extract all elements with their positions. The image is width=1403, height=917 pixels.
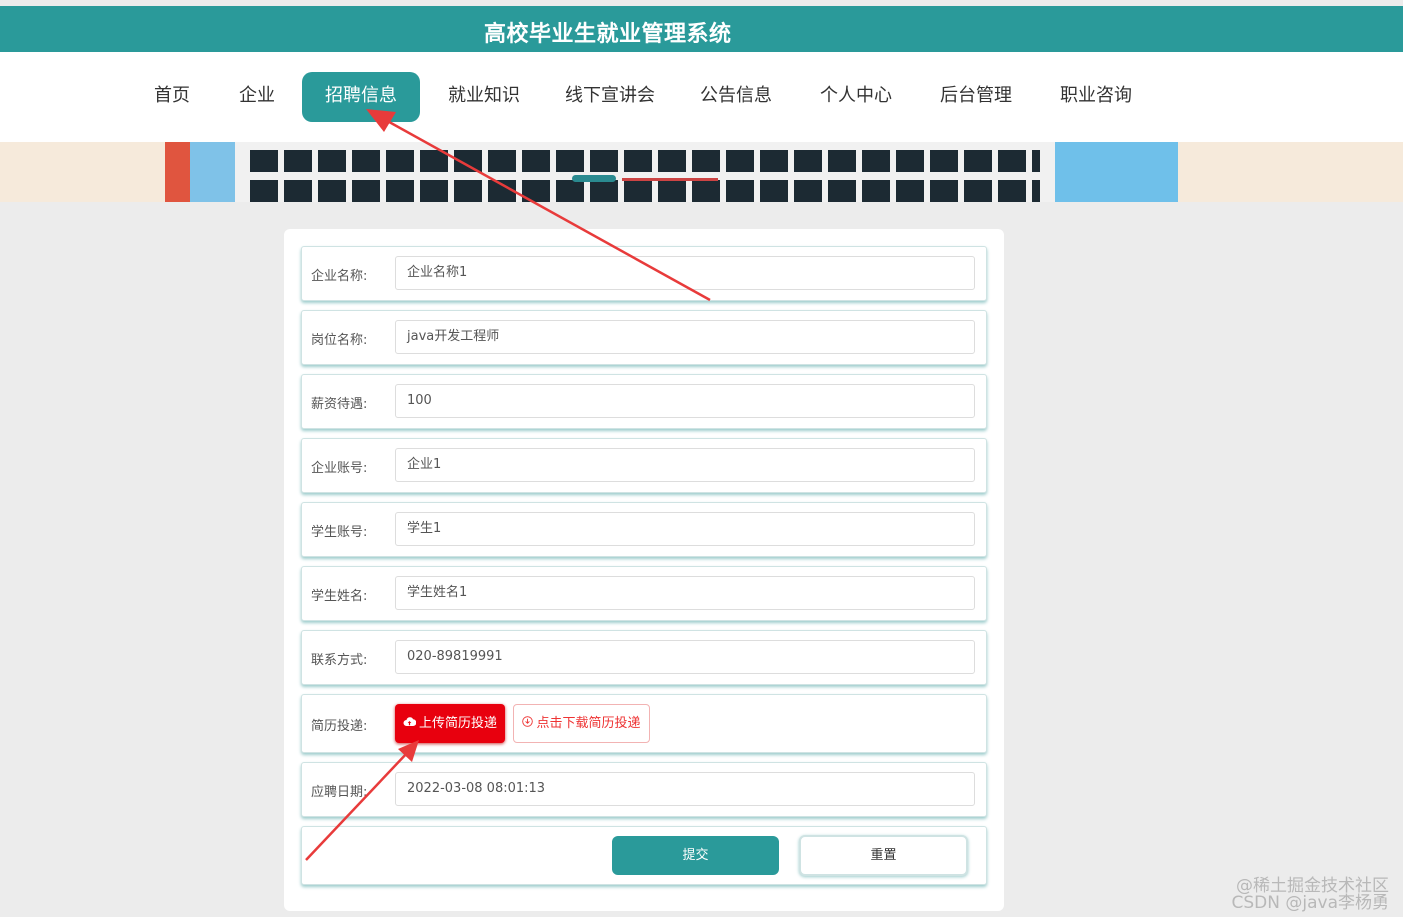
field-row-company-name: 企业名称: 企业名称1 (301, 246, 987, 301)
nav-item-company[interactable]: 企业 (239, 72, 275, 122)
nav-item-recruitment[interactable]: 招聘信息 (302, 72, 420, 122)
nav-item-home[interactable]: 首页 (154, 72, 190, 122)
upload-resume-button[interactable]: 上传简历投递 (395, 704, 505, 743)
field-row-apply-date: 应聘日期: 2022-03-08 08:01:13 (301, 762, 987, 817)
carousel-indicator[interactable] (622, 178, 718, 181)
nav-item-announcement[interactable]: 公告信息 (700, 72, 772, 122)
cloud-upload-icon (403, 704, 417, 743)
field-row-student-account: 学生账号: 学生1 (301, 502, 987, 557)
download-icon (522, 705, 534, 742)
download-resume-label: 点击下载简历投递 (536, 716, 641, 731)
field-row-company-account: 企业账号: 企业1 (301, 438, 987, 493)
nav-item-profile[interactable]: 个人中心 (820, 72, 892, 122)
nav-item-knowledge[interactable]: 就业知识 (448, 72, 520, 122)
field-label: 简历投递: (311, 719, 368, 734)
upload-resume-label: 上传简历投递 (418, 716, 497, 731)
main-nav: 首页 企业 招聘信息 就业知识 线下宣讲会 公告信息 个人中心 后台管理 职业咨… (0, 52, 1403, 142)
app-header: 高校毕业生就业管理系统 (0, 6, 1403, 52)
submit-button[interactable]: 提交 (612, 836, 779, 875)
carousel-indicator-active[interactable] (572, 175, 616, 182)
field-row-contact: 联系方式: 020-89819991 (301, 630, 987, 685)
field-label: 联系方式: (311, 653, 368, 668)
student-account-input[interactable]: 学生1 (395, 512, 975, 546)
field-row-student-name: 学生姓名: 学生姓名1 (301, 566, 987, 621)
field-label: 岗位名称: (311, 333, 368, 348)
field-label: 学生姓名: (311, 589, 368, 604)
apply-date-input[interactable]: 2022-03-08 08:01:13 (395, 772, 975, 806)
nav-item-seminar[interactable]: 线下宣讲会 (565, 72, 655, 122)
reset-button[interactable]: 重置 (799, 835, 968, 876)
banner-image (0, 142, 1403, 202)
field-row-position-name: 岗位名称: java开发工程师 (301, 310, 987, 365)
field-row-resume: 简历投递: 上传简历投递 点击下载简历投递 (301, 694, 987, 753)
field-label: 企业名称: (311, 269, 368, 284)
nav-item-consult[interactable]: 职业咨询 (1060, 72, 1132, 122)
nav-item-admin[interactable]: 后台管理 (940, 72, 1012, 122)
salary-input[interactable]: 100 (395, 384, 975, 418)
contact-input[interactable]: 020-89819991 (395, 640, 975, 674)
field-label: 企业账号: (311, 461, 368, 476)
company-name-input[interactable]: 企业名称1 (395, 256, 975, 290)
student-name-input[interactable]: 学生姓名1 (395, 576, 975, 610)
position-name-input[interactable]: java开发工程师 (395, 320, 975, 354)
field-label: 学生账号: (311, 525, 368, 540)
field-label: 应聘日期: (311, 785, 368, 800)
keyboard-graphic (250, 150, 1040, 202)
form-actions: 提交 重置 (301, 826, 987, 885)
field-label: 薪资待遇: (311, 397, 368, 412)
company-account-input[interactable]: 企业1 (395, 448, 975, 482)
field-row-salary: 薪资待遇: 100 (301, 374, 987, 429)
watermark-csdn: CSDN @java李杨勇 (1231, 893, 1390, 913)
app-title: 高校毕业生就业管理系统 (484, 22, 732, 47)
download-resume-button[interactable]: 点击下载简历投递 (513, 704, 650, 743)
